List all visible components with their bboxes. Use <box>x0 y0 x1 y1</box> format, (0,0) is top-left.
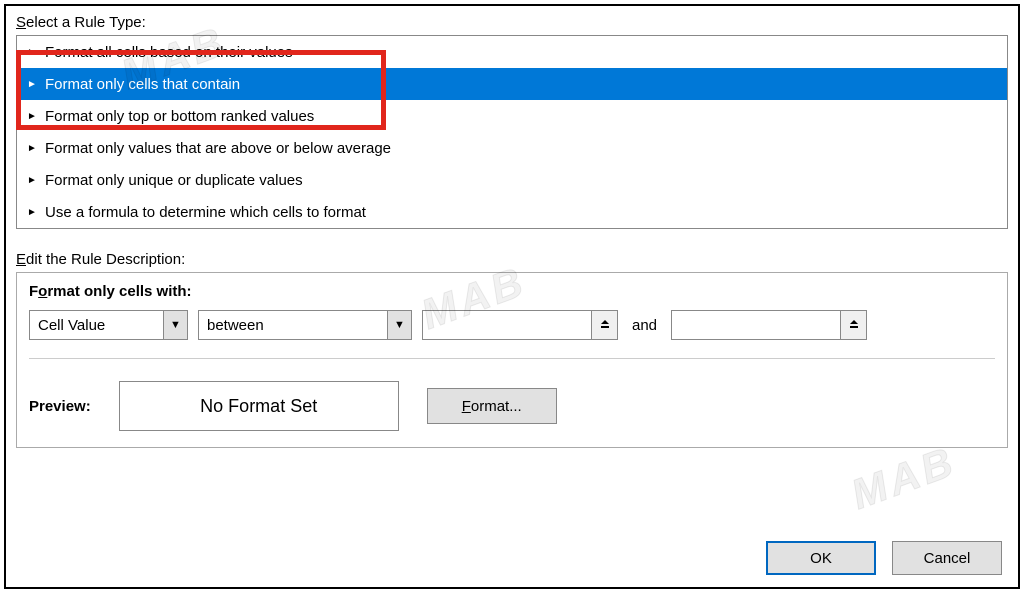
collapse-dialog-icon[interactable] <box>841 310 867 340</box>
dialog-buttons: OK Cancel <box>766 541 1002 575</box>
rule-type-text: Format all cells based on their values <box>45 44 293 61</box>
cancel-button[interactable]: Cancel <box>892 541 1002 575</box>
dropdown-text: between <box>198 310 388 340</box>
rule-type-text: Format only cells that contain <box>45 76 240 93</box>
label-accel: S <box>16 14 26 31</box>
rule-type-text: Format only values that are above or bel… <box>45 140 391 157</box>
rule-type-text: Format only unique or duplicate values <box>45 172 303 189</box>
label-rest: elect a Rule Type: <box>26 14 146 31</box>
label-rest: dit the Rule Description: <box>26 251 185 268</box>
preview-box: No Format Set <box>119 381 399 431</box>
label-accel: E <box>16 251 26 268</box>
arrow-icon: ► <box>27 175 39 186</box>
description-box: Format only cells with: Cell Value ▼ bet… <box>16 272 1008 448</box>
edit-rule-description-section: Edit the Rule Description: Format only c… <box>16 251 1008 448</box>
rule-type-text: Format only top or bottom ranked values <box>45 108 314 125</box>
chevron-down-icon[interactable]: ▼ <box>388 310 412 340</box>
preview-label: Preview: <box>29 398 91 415</box>
arrow-icon: ► <box>27 47 39 58</box>
rule-type-list[interactable]: ► Format all cells based on their values… <box>16 35 1008 229</box>
arrow-icon: ► <box>27 79 39 90</box>
dialog-container: Select a Rule Type: ► Format all cells b… <box>4 4 1020 589</box>
label-rest: ormat... <box>471 398 522 415</box>
rule-type-item[interactable]: ► Format only unique or duplicate values <box>17 164 1007 196</box>
condition-controls: Cell Value ▼ between ▼ and <box>29 310 995 359</box>
label-accel: o <box>38 283 47 300</box>
reference-field[interactable] <box>422 310 592 340</box>
arrow-icon: ► <box>27 111 39 122</box>
arrow-icon: ► <box>27 207 39 218</box>
label-rest: rmat only cells with: <box>47 283 191 300</box>
arrow-icon: ► <box>27 143 39 154</box>
label-accel: F <box>462 398 471 415</box>
format-button[interactable]: Format... <box>427 388 557 424</box>
rule-type-item[interactable]: ► Format all cells based on their values <box>17 36 1007 68</box>
dropdown-text: Cell Value <box>29 310 164 340</box>
format-only-cells-with-label: Format only cells with: <box>29 283 995 300</box>
select-rule-type-label: Select a Rule Type: <box>16 14 1008 31</box>
chevron-down-icon[interactable]: ▼ <box>164 310 188 340</box>
edit-rule-desc-label: Edit the Rule Description: <box>16 251 1008 268</box>
collapse-dialog-icon[interactable] <box>592 310 618 340</box>
rule-type-item[interactable]: ► Use a formula to determine which cells… <box>17 196 1007 228</box>
cell-value-dropdown[interactable]: Cell Value ▼ <box>29 310 188 340</box>
value-input-2[interactable] <box>671 310 867 340</box>
reference-field[interactable] <box>671 310 841 340</box>
ok-button[interactable]: OK <box>766 541 876 575</box>
rule-type-item[interactable]: ► Format only top or bottom ranked value… <box>17 100 1007 132</box>
and-label: and <box>628 317 661 334</box>
comparison-dropdown[interactable]: between ▼ <box>198 310 412 340</box>
preview-row: Preview: No Format Set Format... <box>29 381 995 431</box>
value-input-1[interactable] <box>422 310 618 340</box>
rule-type-item[interactable]: ► Format only cells that contain <box>17 68 1007 100</box>
rule-type-item[interactable]: ► Format only values that are above or b… <box>17 132 1007 164</box>
rule-type-text: Use a formula to determine which cells t… <box>45 204 366 221</box>
